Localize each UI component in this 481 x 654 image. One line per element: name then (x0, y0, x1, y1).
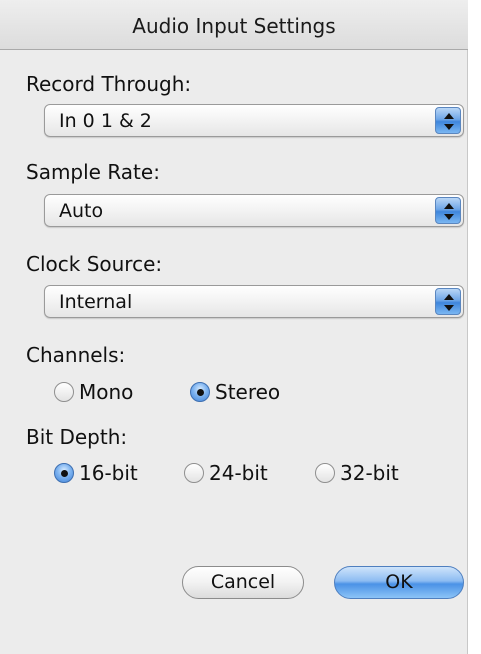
up-down-arrows-icon (435, 288, 461, 315)
record-through-select[interactable]: In 0 1 & 2 (44, 104, 464, 137)
sample-rate-value: Auto (59, 200, 104, 222)
radio-16-bit[interactable]: 16-bit (54, 461, 174, 487)
radio-stereo-label: Stereo (215, 380, 281, 404)
radio-24-bit[interactable]: 24-bit (184, 461, 304, 487)
radio-button-icon (315, 463, 335, 483)
sample-rate-select[interactable]: Auto (44, 194, 464, 227)
title-bar[interactable]: Audio Input Settings (0, 0, 468, 50)
sample-rate-label: Sample Rate: (26, 160, 160, 184)
radio-16-bit-label: 16-bit (79, 461, 138, 485)
radio-mono-label: Mono (79, 380, 134, 404)
record-through-value: In 0 1 & 2 (59, 110, 152, 132)
radio-stereo[interactable]: Stereo (190, 380, 310, 406)
radio-32-bit[interactable]: 32-bit (315, 461, 435, 487)
dialog-window: Audio Input Settings Record Through: In … (0, 0, 468, 654)
radio-button-selected-icon (54, 463, 74, 483)
up-down-arrows-icon (435, 107, 461, 134)
clock-source-value: Internal (59, 291, 133, 313)
radio-24-bit-label: 24-bit (209, 461, 268, 485)
radio-button-icon (184, 463, 204, 483)
up-down-arrows-icon (435, 197, 461, 224)
cancel-button[interactable]: Cancel (182, 566, 304, 599)
ok-button[interactable]: OK (334, 566, 464, 599)
bit-depth-label: Bit Depth: (26, 425, 128, 449)
radio-button-selected-icon (190, 382, 210, 402)
clock-source-label: Clock Source: (26, 252, 163, 276)
window-title: Audio Input Settings (132, 14, 336, 38)
radio-button-icon (54, 382, 74, 402)
radio-mono[interactable]: Mono (54, 380, 164, 406)
channels-label: Channels: (26, 343, 126, 367)
radio-32-bit-label: 32-bit (340, 461, 399, 485)
record-through-label: Record Through: (26, 72, 192, 96)
clock-source-select[interactable]: Internal (44, 285, 464, 318)
